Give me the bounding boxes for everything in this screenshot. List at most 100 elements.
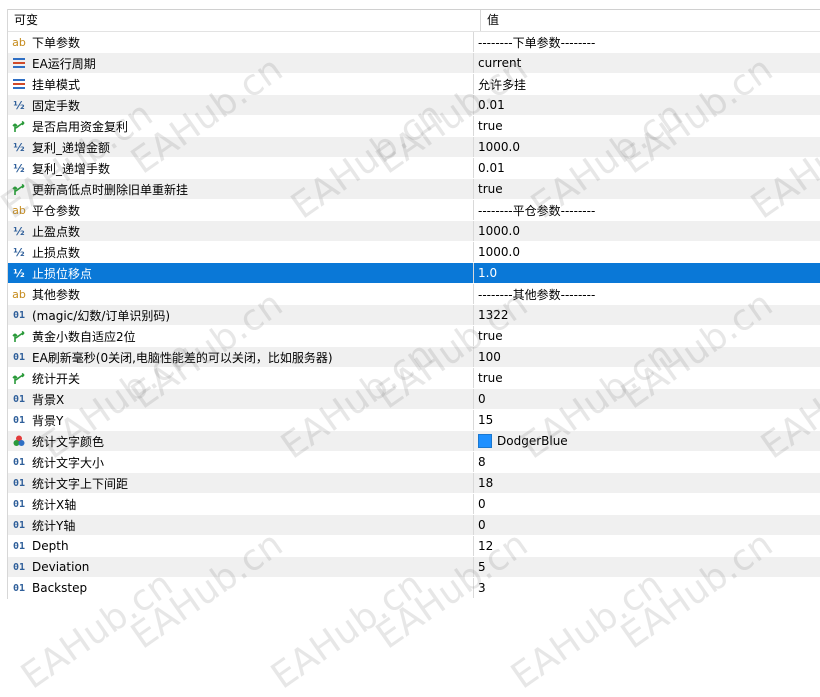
param-name: Deviation (32, 560, 90, 574)
param-value-cell[interactable]: 0 (474, 515, 820, 535)
param-name-cell[interactable]: 01 背景Y (8, 410, 474, 430)
table-row[interactable]: ab 下单参数 --------下单参数-------- (8, 32, 820, 53)
integer-type-icon: 01 (12, 519, 26, 531)
param-name-cell[interactable]: ½ 止损点数 (8, 242, 474, 262)
param-name-cell[interactable]: ab 下单参数 (8, 32, 474, 52)
table-row[interactable]: 更新高低点时删除旧单重新挂 true (8, 179, 820, 200)
table-row[interactable]: 黄金小数自适应2位 true (8, 326, 820, 347)
param-value-cell[interactable]: 1000.0 (474, 137, 820, 157)
param-value-cell[interactable]: --------平仓参数-------- (474, 200, 820, 220)
color-type-icon (11, 433, 27, 449)
param-name: Backstep (32, 581, 88, 595)
param-value-cell[interactable]: true (474, 368, 820, 388)
param-value-cell[interactable]: 0.01 (474, 95, 820, 115)
table-row[interactable]: ab 平仓参数 --------平仓参数-------- (8, 200, 820, 221)
param-value-cell[interactable]: 15 (474, 410, 820, 430)
param-value-cell[interactable]: 允许多挂 (474, 74, 820, 94)
param-name-cell[interactable]: 统计开关 (8, 368, 474, 388)
param-name: Depth (32, 539, 69, 553)
param-value-cell[interactable]: --------其他参数-------- (474, 284, 820, 304)
param-value-cell[interactable]: 8 (474, 452, 820, 472)
param-name-cell[interactable]: ½ 固定手数 (8, 95, 474, 115)
boolean-type-icon (11, 370, 27, 386)
param-name-cell[interactable]: ½ 止盈点数 (8, 221, 474, 241)
table-row[interactable]: ab 其他参数 --------其他参数-------- (8, 284, 820, 305)
table-row[interactable]: 是否启用资金复利 true (8, 116, 820, 137)
param-value-cell[interactable]: current (474, 53, 820, 73)
param-value-cell[interactable]: 12 (474, 536, 820, 556)
table-row[interactable]: 01 统计文字大小 8 (8, 452, 820, 473)
param-name-cell[interactable]: 01 Depth (8, 536, 474, 556)
table-row[interactable]: ½ 复利_递增金额 1000.0 (8, 137, 820, 158)
param-name-cell[interactable]: ab 其他参数 (8, 284, 474, 304)
integer-type-icon: 01 (12, 582, 26, 594)
param-name-cell[interactable]: 01 Deviation (8, 557, 474, 577)
param-value: 8 (478, 455, 486, 469)
param-value-cell[interactable]: 5 (474, 557, 820, 577)
param-value-cell[interactable]: true (474, 326, 820, 346)
table-row[interactable]: 01 统计X轴 0 (8, 494, 820, 515)
table-row[interactable]: 01 统计Y轴 0 (8, 515, 820, 536)
param-name-cell[interactable]: 黄金小数自适应2位 (8, 326, 474, 346)
param-name-cell[interactable]: 01 背景X (8, 389, 474, 409)
param-value-cell[interactable]: true (474, 116, 820, 136)
header-variable[interactable]: 可变 (8, 10, 481, 31)
param-value-cell[interactable]: 1000.0 (474, 221, 820, 241)
param-name-cell[interactable]: 01 EA刷新毫秒(0关闭,电脑性能差的可以关闭，比如服务器) (8, 347, 474, 367)
double-type-icon: ½ (13, 140, 25, 154)
param-name-cell[interactable]: ½ 复利_递增金额 (8, 137, 474, 157)
table-row[interactable]: 01 (magic/幻数/订单识别码) 1322 (8, 305, 820, 326)
param-name-cell[interactable]: ½ 复利_递增手数 (8, 158, 474, 178)
param-name-cell[interactable]: ½ 止损位移点 (8, 263, 474, 283)
param-name-cell[interactable]: 统计文字颜色 (8, 431, 474, 451)
table-row[interactable]: 01 背景X 0 (8, 389, 820, 410)
param-value-cell[interactable]: 1000.0 (474, 242, 820, 262)
table-row[interactable]: 挂单模式 允许多挂 (8, 74, 820, 95)
param-value-cell[interactable]: --------下单参数-------- (474, 32, 820, 52)
table-row[interactable]: 01 EA刷新毫秒(0关闭,电脑性能差的可以关闭，比如服务器) 100 (8, 347, 820, 368)
param-name-cell[interactable]: EA运行周期 (8, 53, 474, 73)
param-value-cell[interactable]: 100 (474, 347, 820, 367)
param-value-cell[interactable]: 1322 (474, 305, 820, 325)
table-row[interactable]: 01 Backstep 3 (8, 578, 820, 599)
param-value-cell[interactable]: DodgerBlue (474, 431, 820, 451)
table-row-selected[interactable]: ½ 止损位移点 1.0 (8, 263, 820, 284)
param-name: 统计文字大小 (32, 455, 105, 470)
param-value: current (478, 56, 522, 70)
param-value-cell[interactable]: 1.0 (474, 263, 820, 283)
param-value-cell[interactable]: 0 (474, 389, 820, 409)
table-row[interactable]: ½ 止损点数 1000.0 (8, 242, 820, 263)
param-value-cell[interactable]: 0 (474, 494, 820, 514)
table-row[interactable]: ½ 固定手数 0.01 (8, 95, 820, 116)
param-name-cell[interactable]: ab 平仓参数 (8, 200, 474, 220)
table-row[interactable]: EA运行周期 current (8, 53, 820, 74)
boolean-type-icon (11, 118, 27, 134)
table-row[interactable]: 01 Deviation 5 (8, 557, 820, 578)
param-name: 固定手数 (32, 98, 81, 113)
table-row[interactable]: 01 背景Y 15 (8, 410, 820, 431)
table-row[interactable]: ½ 复利_递增手数 0.01 (8, 158, 820, 179)
header-value[interactable]: 值 (481, 10, 820, 31)
table-row[interactable]: 01 统计文字上下间距 18 (8, 473, 820, 494)
param-value-cell[interactable]: 0.01 (474, 158, 820, 178)
param-name-cell[interactable]: 01 统计X轴 (8, 494, 474, 514)
table-row[interactable]: 统计文字颜色 DodgerBlue (8, 431, 820, 452)
param-name-cell[interactable]: 01 统计Y轴 (8, 515, 474, 535)
param-name-cell[interactable]: 更新高低点时删除旧单重新挂 (8, 179, 474, 199)
param-value-cell[interactable]: 18 (474, 473, 820, 493)
table-row[interactable]: 01 Depth 12 (8, 536, 820, 557)
param-value-cell[interactable]: 3 (474, 578, 820, 598)
table-row[interactable]: ½ 止盈点数 1000.0 (8, 221, 820, 242)
param-name: 其他参数 (32, 287, 81, 302)
param-value: 0 (478, 497, 486, 511)
param-name-cell[interactable]: 挂单模式 (8, 74, 474, 94)
param-value-cell[interactable]: true (474, 179, 820, 199)
param-name-cell[interactable]: 是否启用资金复利 (8, 116, 474, 136)
param-name-cell[interactable]: 01 统计文字上下间距 (8, 473, 474, 493)
param-name-cell[interactable]: 01 统计文字大小 (8, 452, 474, 472)
table-row[interactable]: 统计开关 true (8, 368, 820, 389)
param-name: 统计文字颜色 (32, 434, 105, 449)
param-name-cell[interactable]: 01 (magic/幻数/订单识别码) (8, 305, 474, 325)
param-name-cell[interactable]: 01 Backstep (8, 578, 474, 598)
param-name: 止盈点数 (32, 224, 81, 239)
